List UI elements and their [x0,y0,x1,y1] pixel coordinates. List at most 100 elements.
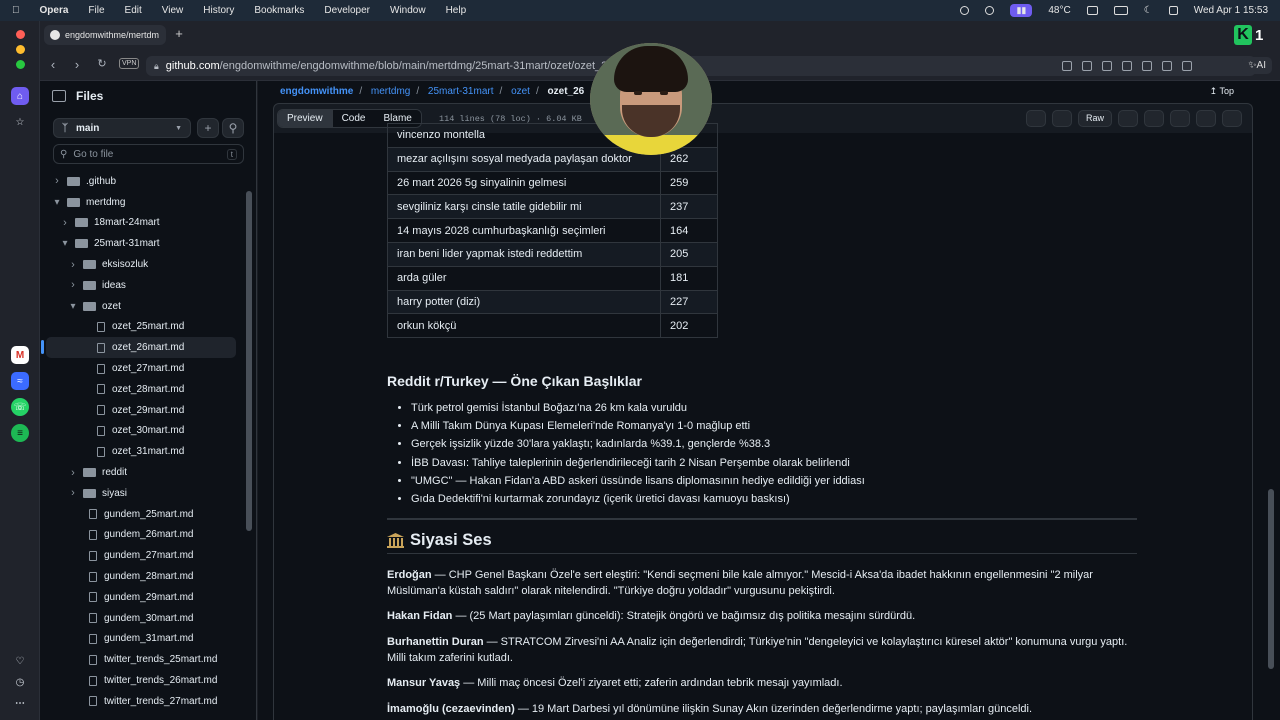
menu-app-name[interactable]: Opera [40,5,69,16]
menu-edit[interactable]: Edit [125,5,142,16]
webcam-overlay[interactable] [590,43,712,155]
tree-file[interactable]: gundem_31mart.md [46,629,236,650]
tree-file[interactable]: ozet_27mart.md [46,358,236,379]
whatsapp-icon[interactable]: ☏ [11,398,29,416]
breadcrumb-mertdmg[interactable]: mertdmg [371,86,410,97]
chevron-right-icon: › [55,175,59,188]
tree-file[interactable]: twitter_trends_25mart.md [46,649,236,670]
branch-selector[interactable]: ᛉ main ▼ [53,118,191,138]
more-icon[interactable]: ⋯ [11,694,29,712]
spotify-icon[interactable]: ≡ [11,424,29,442]
go-to-file-input[interactable]: ⚲ Go to file t [53,144,244,164]
tree-file[interactable]: ozet_26mart.md [41,337,236,359]
tree-file[interactable]: gundem_30mart.md [46,608,236,629]
search-icon[interactable]: ⚲ [222,118,244,138]
status-icon[interactable] [985,6,995,15]
tree-file[interactable]: gundem_28mart.md [46,566,236,587]
apple-icon[interactable]:  [12,5,20,16]
tree-file[interactable]: twitter_trends_26mart.md [46,670,236,691]
heart-icon[interactable]: ♡ [11,652,29,670]
tab-code[interactable]: Code [332,110,375,127]
status-icon[interactable] [960,6,970,15]
add-file-button[interactable]: + [197,118,219,138]
tree-folder[interactable]: › reddit [46,462,236,483]
tree-folder[interactable]: ▾ ozet [46,296,236,317]
temperature-readout[interactable]: 48°C [1048,5,1070,16]
tree-file[interactable]: ozet_31mart.md [46,441,236,462]
ai-button[interactable]: ✨︎AI [1242,57,1272,74]
tree-file[interactable]: ozet_29mart.md [46,400,236,421]
breadcrumb-week[interactable]: 25mart-31mart [428,86,494,97]
tree-file[interactable]: ozet_30mart.md [46,421,236,442]
tree-folder[interactable]: ▾ 25mart-31mart [46,233,236,254]
tree-folder[interactable]: › 18mart-24mart [46,213,236,234]
politician-paragraph: Burhanettin Duran — STRATCOM Zirvesi'ni … [387,634,1137,666]
tree-file[interactable]: gundem_27mart.md [46,545,236,566]
menu-window[interactable]: Window [390,5,426,16]
ai-sparkle-icon: ✨︎ [1248,60,1257,71]
minimize-window-button[interactable] [16,45,25,54]
tree-folder[interactable]: › .github [46,171,236,192]
send-icon[interactable] [1122,61,1132,71]
tree-file[interactable]: gundem_26mart.md [46,525,236,546]
edit-icon[interactable] [1170,110,1190,127]
tab-github[interactable]: engdomwithme/mertdm [44,25,166,45]
breadcrumb-ozet[interactable]: ozet [511,86,530,97]
camera-icon[interactable] [1082,61,1092,71]
shield-icon[interactable] [1102,61,1112,71]
tree-file[interactable]: gundem_29mart.md [46,587,236,608]
gmail-icon[interactable]: M [11,346,29,364]
tree-file[interactable]: ozet_28mart.md [46,379,236,400]
tree-file[interactable]: twitter_trends_27mart.md [46,691,236,712]
menu-history[interactable]: History [203,5,234,16]
clock[interactable]: Wed Apr 1 15:53 [1194,5,1268,16]
share-icon[interactable] [1062,61,1072,71]
forward-icon[interactable]: › [70,57,84,72]
tree-file[interactable]: gundem_25mart.md [46,504,236,525]
reload-icon[interactable]: ↻ [95,57,109,70]
content-scrollbar[interactable] [1268,489,1274,669]
keyboard-icon[interactable] [1086,6,1098,15]
messenger-icon[interactable]: ≈ [11,372,29,390]
tree-folder[interactable]: › eksisozluk [46,254,236,275]
copilot-icon[interactable] [1051,110,1072,127]
tree-folder[interactable]: › siyasi [46,483,236,504]
tab-preview[interactable]: Preview [278,110,333,127]
breadcrumb-repo[interactable]: engdomwithme [280,86,353,97]
opera-status-button[interactable]: ▮▮ [1010,4,1033,17]
control-center-icon[interactable] [1168,6,1178,15]
collapse-panel-icon[interactable] [52,90,66,102]
moon-icon[interactable]: ☾ [1144,5,1153,16]
tree-folder[interactable]: › ideas [46,275,236,296]
folder-icon [83,488,96,498]
close-window-button[interactable] [16,30,25,39]
tree-file[interactable]: ozet_25mart.md [46,317,236,338]
top-link[interactable]: ↥ Top [1210,86,1234,97]
tree-folder[interactable]: ▾ mertdmg [46,192,236,213]
menu-developer[interactable]: Developer [324,5,370,16]
sidebar-scrollbar[interactable] [246,191,252,531]
outline-icon[interactable] [1222,110,1242,127]
codespace-icon[interactable] [1025,110,1046,127]
copy-icon[interactable] [1118,110,1138,127]
new-tab-button[interactable]: + [172,27,186,41]
cube-icon[interactable] [1182,61,1192,71]
heart-icon[interactable] [1142,61,1152,71]
home-icon[interactable]: ⌂ [11,87,29,105]
raw-button[interactable]: Raw [1077,110,1112,127]
vpn-badge[interactable]: VPN [119,58,140,69]
menu-help[interactable]: Help [446,5,467,16]
zoom-window-button[interactable] [16,60,25,69]
menu-file[interactable]: File [88,5,104,16]
branch-name: main [76,122,100,134]
back-icon[interactable]: ‹ [46,57,60,72]
battery-icon[interactable] [1113,6,1128,15]
menu-view[interactable]: View [162,5,184,16]
history-icon[interactable]: ◷ [11,673,29,691]
profile-icon[interactable] [1162,61,1172,71]
chevron-down-icon[interactable] [1196,110,1216,127]
menu-bookmarks[interactable]: Bookmarks [254,5,304,16]
star-icon[interactable]: ☆ [11,113,29,131]
download-icon[interactable] [1144,110,1164,127]
k-extension-badge[interactable]: K 1 [1234,24,1274,46]
